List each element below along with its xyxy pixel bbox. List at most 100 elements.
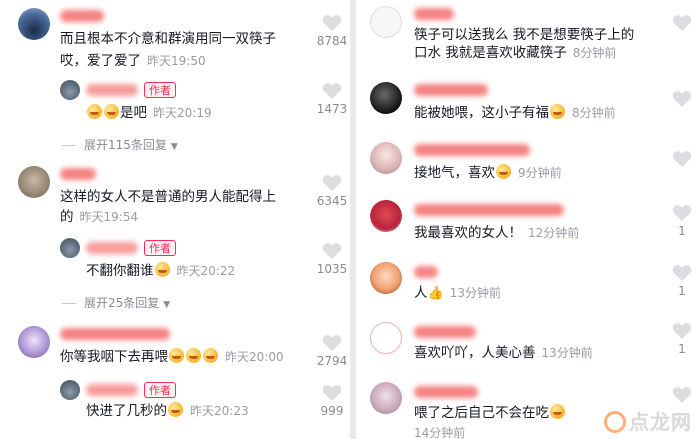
heart-icon — [672, 205, 692, 221]
commenter-name-redacted[interactable] — [414, 266, 438, 278]
chevron-down-icon: ▼ — [170, 142, 178, 152]
heart-icon — [672, 15, 692, 31]
comment-text: 这样的女人不是普通的男人能配得上 — [60, 189, 276, 205]
like-button[interactable]: 8784 — [312, 14, 350, 48]
expand-replies-button[interactable] — [62, 432, 84, 439]
like-button[interactable] — [662, 90, 700, 108]
expand-replies-button[interactable]: 展开115条回复 ▼ — [62, 136, 178, 153]
comment-text: 喜欢吖吖，人美心善 13分钟前 — [414, 345, 593, 361]
like-count: 1473 — [316, 102, 348, 116]
author-tag: 作者 — [144, 382, 176, 398]
expand-replies-button[interactable]: 展开25条回复 ▼ — [62, 294, 170, 311]
comment-time: 13分钟前 — [541, 346, 593, 360]
commenter-avatar[interactable] — [370, 82, 402, 114]
commenter-avatar[interactable] — [18, 166, 50, 198]
reply-text: 不翻你翻谁 昨天20:22 — [86, 262, 236, 279]
heart-icon — [322, 175, 342, 191]
watermark-logo-icon — [604, 411, 626, 433]
like-button[interactable] — [662, 386, 700, 404]
heart-icon — [322, 243, 342, 259]
comment-text: 接地气，喜欢 9分钟前 — [414, 164, 562, 181]
author-name-redacted[interactable] — [86, 84, 138, 96]
reply-text: 快进了几秒的 昨天20:23 — [86, 402, 249, 419]
commenter-name-redacted[interactable] — [414, 8, 454, 20]
like-count: 999 — [320, 404, 344, 418]
laughing-emoji-icon — [550, 404, 565, 419]
comment-time: 9分钟前 — [518, 166, 562, 180]
grinning-emoji-icon — [87, 104, 102, 119]
comment-time: 14分钟前 — [414, 426, 466, 439]
like-count: 1 — [678, 284, 686, 298]
commenter-name-redacted[interactable] — [414, 84, 488, 96]
commenter-name-redacted[interactable] — [414, 204, 564, 216]
comment-panel-right: 筷子可以送我么 我不是想要筷子上的 口水 我就是喜欢收藏筷子 8分钟前 能被她喂，… — [356, 0, 700, 439]
comment-text: 喂了之后自己不会在吃 — [414, 404, 566, 423]
comment-time: 12分钟前 — [528, 226, 580, 240]
commenter-avatar[interactable] — [370, 382, 402, 414]
thumbs-up-icon: 👍 — [427, 286, 444, 301]
heart-icon — [322, 385, 342, 401]
like-button[interactable] — [662, 150, 700, 168]
like-count: 6345 — [316, 194, 348, 208]
heart-icon — [322, 335, 342, 351]
author-name-redacted[interactable] — [86, 242, 138, 254]
like-button[interactable]: 999 — [312, 384, 350, 418]
like-button[interactable]: 2794 — [312, 334, 350, 368]
comment-time-row: 14分钟前 — [408, 424, 465, 439]
commenter-avatar[interactable] — [370, 6, 402, 38]
like-count: 1035 — [316, 262, 348, 276]
commenter-avatar[interactable] — [370, 322, 402, 354]
comment-text-line2: 口水 我就是喜欢收藏筷子 8分钟前 — [414, 45, 617, 61]
laughing-emoji-icon — [203, 348, 218, 363]
like-button[interactable]: 1 — [662, 264, 700, 298]
commenter-name-redacted[interactable] — [60, 328, 170, 340]
comment-time: 昨天19:54 — [79, 210, 139, 224]
like-button[interactable] — [662, 14, 700, 32]
grinning-emoji-icon — [104, 104, 119, 119]
comment-text-line2: 哎，爱了爱了 昨天19:50 — [60, 53, 206, 69]
author-tag: 作者 — [144, 240, 176, 256]
comment-text-line2: 的昨天19:54 — [60, 209, 139, 225]
laughing-emoji-icon — [168, 402, 183, 417]
commenter-avatar[interactable] — [18, 8, 50, 40]
comment-time: 8分钟前 — [572, 46, 617, 60]
like-button[interactable]: 1 — [662, 204, 700, 238]
heart-icon — [322, 15, 342, 31]
comment-time: 昨天20:00 — [225, 350, 284, 364]
heart-icon — [672, 387, 692, 403]
laughing-emoji-icon — [169, 348, 184, 363]
like-button[interactable]: 1473 — [312, 82, 350, 116]
chevron-down-icon: ▼ — [163, 300, 171, 310]
commenter-name-redacted[interactable] — [60, 10, 104, 22]
watermark-text: 点龙网 — [629, 410, 692, 434]
reply-time: 昨天20:23 — [190, 404, 249, 418]
like-button[interactable]: 1035 — [312, 242, 350, 276]
commenter-avatar[interactable] — [370, 142, 402, 174]
author-tag: 作者 — [144, 82, 176, 98]
heart-icon — [322, 83, 342, 99]
commenter-name-redacted[interactable] — [414, 326, 476, 338]
author-avatar[interactable] — [60, 238, 80, 258]
reply-text: 是吧 昨天20:19 — [86, 104, 212, 123]
heart-icon — [672, 151, 692, 167]
author-name-redacted[interactable] — [86, 384, 138, 396]
comment-text: 筷子可以送我么 我不是想要筷子上的 — [414, 27, 635, 43]
comment-text: 你等我咽下去再喂 昨天20:00 — [60, 348, 284, 365]
heart-icon — [672, 323, 692, 339]
commenter-name-redacted[interactable] — [414, 386, 478, 398]
heart-icon — [672, 91, 692, 107]
heart-eyes-emoji-icon — [496, 164, 511, 179]
commenter-avatar[interactable] — [18, 326, 50, 358]
like-button[interactable]: 1 — [662, 322, 700, 356]
commenter-avatar[interactable] — [370, 262, 402, 294]
comment-time: 昨天19:50 — [147, 54, 206, 68]
commenter-avatar[interactable] — [370, 200, 402, 232]
author-avatar[interactable] — [60, 380, 80, 400]
laughing-emoji-icon — [186, 348, 201, 363]
like-button[interactable]: 6345 — [312, 174, 350, 208]
commenter-name-redacted[interactable] — [414, 144, 530, 156]
comment-text: 能被她喂，这小子有福 8分钟前 — [414, 104, 616, 121]
commenter-name-redacted[interactable] — [60, 168, 96, 180]
author-avatar[interactable] — [60, 80, 80, 100]
smirk-emoji-icon — [550, 104, 565, 119]
